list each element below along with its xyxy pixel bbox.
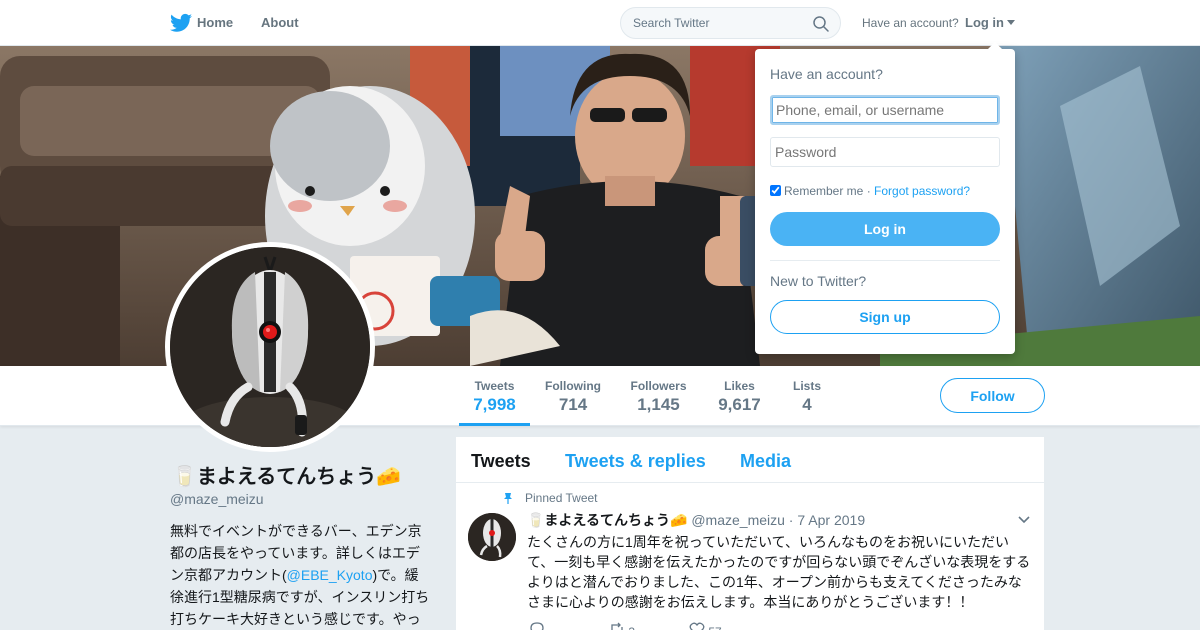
retweet-action[interactable]: 3 [609,622,635,630]
tweet-avatar[interactable] [468,513,516,561]
tab-tweets-and-replies[interactable]: Tweets & replies [565,451,706,472]
heart-icon[interactable] [689,622,705,630]
remember-row: Remember me · Forgot password? [770,184,970,198]
login-dropdown-toggle[interactable]: Log in [965,15,1015,30]
tweet-date-separator: · [784,512,798,528]
dropdown-divider [770,260,1000,261]
stat-lists[interactable]: Lists 4 [787,366,827,426]
reply-icon[interactable] [529,622,545,630]
profile-avatar[interactable] [165,242,375,452]
stat-label: Following [545,379,601,393]
profile-name[interactable]: 🥛まよえるてんちょう🧀 [172,460,401,489]
remember-me-checkbox[interactable] [770,185,781,196]
follow-button[interactable]: Follow [940,378,1045,413]
stat-value: 4 [802,395,812,414]
remember-me-label[interactable]: Remember me [784,184,863,198]
pin-icon [504,493,512,504]
stat-likes[interactable]: Likes 9,617 [712,366,767,426]
chevron-down-icon[interactable] [1018,516,1030,524]
login-dropdown: Have an account? Remember me · Forgot pa… [755,42,1015,354]
retweet-icon[interactable] [609,622,625,630]
pinned-tweet-label: Pinned Tweet [525,491,598,505]
twitter-bird-icon[interactable] [170,13,192,33]
like-action[interactable]: 57 [689,622,722,630]
tweet-author-name[interactable]: 🥛まよえるてんちょう🧀 [527,512,687,528]
tweet-date[interactable]: 7 Apr 2019 [797,512,865,528]
nav-home-link[interactable]: Home [197,15,233,30]
stat-tweets[interactable]: Tweets 7,998 [459,366,530,426]
stat-label: Likes [724,379,755,393]
login-button[interactable]: Log in [770,212,1000,246]
search-box[interactable]: Search Twitter [620,7,841,39]
tab-tweets[interactable]: Tweets [471,451,531,472]
stat-value: 714 [558,395,588,414]
profile-bio: 無料でイベントができるバー、エデン京都の店長をやっています。詳しくはエデン京都ア… [170,520,432,630]
tab-media[interactable]: Media [740,451,791,472]
timeline: Tweets Tweets & replies Media Pinned Twe… [456,437,1044,630]
stat-value: 9,617 [718,395,761,414]
stat-value: 7,998 [473,395,516,414]
bio-mention-link[interactable]: @EBE_Kyoto [287,567,373,583]
tweet-author-handle[interactable]: @maze_meizu [691,512,785,528]
stat-label: Tweets [474,379,515,393]
stat-label: Lists [792,379,821,393]
retweet-count: 3 [628,625,635,630]
stat-value: 1,145 [637,395,680,414]
caret-down-icon[interactable] [1007,20,1015,25]
login-toggle-label[interactable]: Log in [965,15,1004,30]
like-count: 57 [708,625,721,630]
profile-handle[interactable]: @maze_meizu [170,491,264,507]
dropdown-title: Have an account? [770,66,883,82]
have-account-text: Have an account? [862,16,959,30]
search-icon[interactable] [812,15,830,33]
new-to-twitter-text: New to Twitter? [770,273,867,289]
signup-button[interactable]: Sign up [770,300,1000,334]
tweet-header: 🥛まよえるてんちょう🧀 @maze_meizu · 7 Apr 2019 [527,510,865,530]
stat-following[interactable]: Following 714 [540,366,606,426]
remember-separator: · [863,184,875,198]
password-input[interactable] [770,137,1000,167]
stat-followers[interactable]: Followers 1,145 [626,366,691,426]
dropdown-arrow [987,42,1003,50]
tweet-text: たくさんの方に1周年を祝っていただいて、いろんなものをお祝いにいただいて、一刻も… [527,534,1031,610]
username-input[interactable] [770,95,1000,125]
search-input[interactable]: Search Twitter [633,16,709,30]
top-navigation: Home About Search Twitter Have an accoun… [0,0,1200,46]
avatar-figure [170,247,370,447]
forgot-password-link[interactable]: Forgot password? [874,184,970,198]
timeline-tabs: Tweets Tweets & replies Media [456,437,1044,483]
tweet-avatar-figure [468,513,516,561]
stat-label: Followers [630,379,687,393]
nav-about-link[interactable]: About [261,15,299,30]
